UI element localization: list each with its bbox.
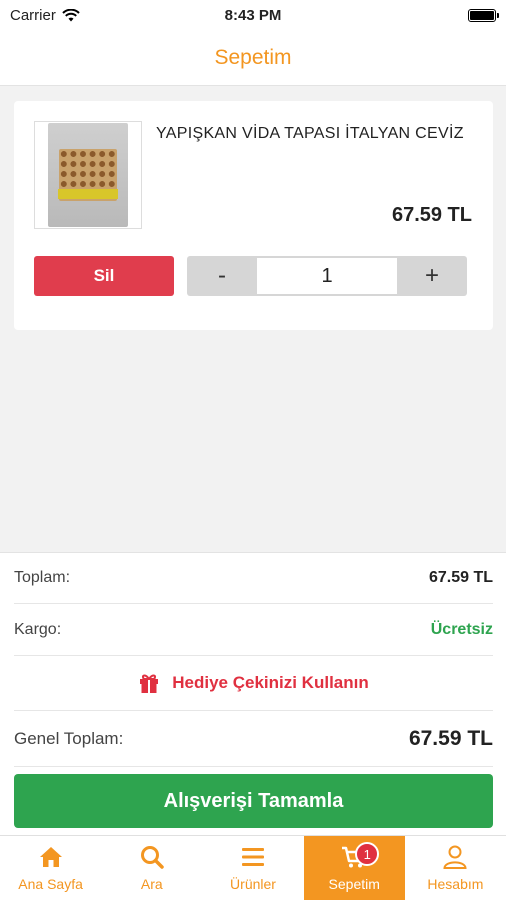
tab-account[interactable]: Hesabım [405,836,506,900]
shipping-label: Kargo: [14,620,62,638]
tab-home[interactable]: Ana Sayfa [0,836,101,900]
menu-icon [242,848,264,866]
user-icon [443,845,467,869]
wifi-icon [62,8,80,21]
home-icon [39,847,62,867]
product-package-image [48,123,128,227]
gift-voucher-label: Hediye Çekinizi Kullanın [172,673,369,692]
gift-voucher-button[interactable]: Hediye Çekinizi Kullanın [14,656,493,711]
tab-home-label: Ana Sayfa [18,876,83,892]
cart-count-badge: 1 [355,842,380,866]
quantity-value[interactable]: 1 [257,258,397,294]
page-title: Sepetim [214,45,292,69]
gift-icon [140,674,159,693]
battery-icon [468,8,499,22]
tab-products[interactable]: Ürünler [202,836,303,900]
total-row: Toplam: 67.59 TL [14,553,493,604]
shipping-row: Kargo: Ücretsiz [14,604,493,656]
product-image[interactable] [34,121,142,229]
status-bar: Carrier 8:43 PM [0,0,506,30]
order-summary: Toplam: 67.59 TL Kargo: Ücretsiz Hediye … [0,552,506,835]
checkout-button[interactable]: Alışverişi Tamamla [14,774,493,828]
tab-products-label: Ürünler [230,876,276,892]
grand-total-value: 67.59 TL [408,726,493,750]
tab-bar: Ana Sayfa Ara Ürünler 1 Sepetim Hesabım [0,835,506,900]
status-left: Carrier [10,7,80,24]
cart-item-card: YAPIŞKAN VİDA TAPASI İTALYAN CEVİZ 67.59… [14,101,493,330]
grand-total-label: Genel Toplam: [14,728,124,748]
product-price: 67.59 TL [391,204,472,226]
delete-button[interactable]: Sil [34,256,174,296]
nav-bar: Sepetim [0,30,506,86]
carrier-label: Carrier [10,6,56,24]
search-icon [140,846,164,869]
increase-quantity-button[interactable]: + [397,256,467,296]
tab-search-label: Ara [140,876,163,892]
product-name[interactable]: YAPIŞKAN VİDA TAPASI İTALYAN CEVİZ [156,123,476,145]
total-value: 67.59 TL [428,569,493,586]
total-label: Toplam: [14,569,71,586]
tab-search[interactable]: Ara [101,836,202,900]
tab-cart[interactable]: 1 Sepetim [303,836,405,900]
shipping-value: Ücretsiz [430,620,493,638]
grand-total-row: Genel Toplam: 67.59 TL [14,711,493,767]
tab-cart-label: Sepetim [328,876,380,892]
tab-account-label: Hesabım [427,876,484,892]
quantity-stepper: - 1 + [187,256,467,296]
decrease-quantity-button[interactable]: - [187,256,257,296]
